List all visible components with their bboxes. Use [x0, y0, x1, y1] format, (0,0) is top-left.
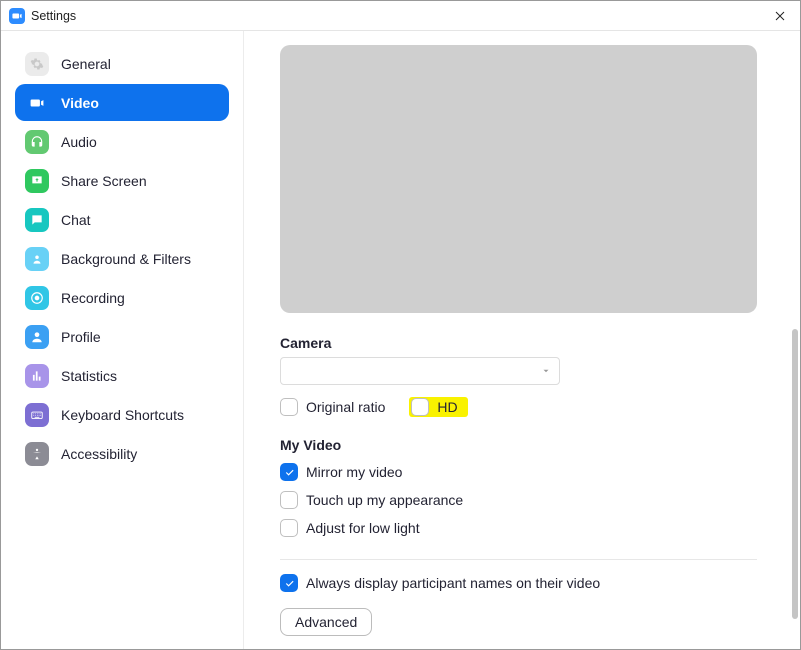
sidebar-item-label: Statistics: [61, 368, 117, 384]
sidebar-item-label: Video: [61, 95, 99, 111]
original-ratio-checkbox[interactable]: [280, 398, 298, 416]
sidebar-item-statistics[interactable]: Statistics: [15, 357, 229, 394]
window-title: Settings: [31, 9, 76, 23]
always-names-label: Always display participant names on thei…: [306, 575, 600, 591]
sidebar-item-recording[interactable]: Recording: [15, 279, 229, 316]
settings-window: Settings General Video: [0, 0, 801, 650]
ratio-hd-row: Original ratio HD: [280, 397, 764, 417]
video-preview: [280, 45, 757, 313]
mirror-option[interactable]: Mirror my video: [280, 463, 764, 481]
sidebar-item-chat[interactable]: Chat: [15, 201, 229, 238]
background-icon: [25, 247, 49, 271]
profile-icon: [25, 325, 49, 349]
chat-icon: [25, 208, 49, 232]
touchup-label: Touch up my appearance: [306, 492, 463, 508]
sidebar-item-audio[interactable]: Audio: [15, 123, 229, 160]
keyboard-icon: [25, 403, 49, 427]
touchup-checkbox[interactable]: [280, 491, 298, 509]
hd-checkbox[interactable]: [411, 398, 429, 416]
sidebar-item-accessibility[interactable]: Accessibility: [15, 435, 229, 472]
camera-section-label: Camera: [280, 335, 764, 351]
sidebar-item-video[interactable]: Video: [15, 84, 229, 121]
sidebar-item-general[interactable]: General: [15, 45, 229, 82]
sidebar-item-label: Chat: [61, 212, 91, 228]
advanced-button[interactable]: Advanced: [280, 608, 372, 636]
divider: [280, 559, 757, 560]
camera-icon: [25, 91, 49, 115]
sidebar: General Video Audio Share Screen: [1, 31, 244, 649]
sidebar-item-label: Share Screen: [61, 173, 147, 189]
lowlight-checkbox[interactable]: [280, 519, 298, 537]
my-video-section-label: My Video: [280, 437, 764, 453]
app-icon: [9, 8, 25, 24]
original-ratio-option[interactable]: Original ratio: [280, 398, 385, 416]
hd-option[interactable]: HD: [411, 398, 457, 416]
stats-icon: [25, 364, 49, 388]
sidebar-item-profile[interactable]: Profile: [15, 318, 229, 355]
scrollbar-thumb[interactable]: [792, 329, 798, 619]
camera-select[interactable]: [280, 357, 560, 385]
sidebar-item-share-screen[interactable]: Share Screen: [15, 162, 229, 199]
close-button[interactable]: [768, 4, 792, 28]
mirror-label: Mirror my video: [306, 464, 402, 480]
sidebar-item-background-filters[interactable]: Background & Filters: [15, 240, 229, 277]
chevron-down-icon: [541, 366, 551, 376]
sidebar-item-label: Accessibility: [61, 446, 137, 462]
sidebar-item-label: Keyboard Shortcuts: [61, 407, 184, 423]
lowlight-label: Adjust for low light: [306, 520, 420, 536]
titlebar: Settings: [1, 1, 800, 31]
lowlight-option[interactable]: Adjust for low light: [280, 519, 764, 537]
always-names-option[interactable]: Always display participant names on thei…: [280, 574, 764, 592]
hd-label: HD: [437, 399, 457, 415]
sidebar-item-label: Profile: [61, 329, 101, 345]
mirror-checkbox[interactable]: [280, 463, 298, 481]
main-panel: Camera Original ratio HD My Video: [244, 31, 800, 649]
hd-highlight: HD: [409, 397, 467, 417]
original-ratio-label: Original ratio: [306, 399, 385, 415]
sidebar-item-label: General: [61, 56, 111, 72]
always-names-checkbox[interactable]: [280, 574, 298, 592]
headphones-icon: [25, 130, 49, 154]
sidebar-item-label: Audio: [61, 134, 97, 150]
sidebar-item-label: Recording: [61, 290, 125, 306]
gear-icon: [25, 52, 49, 76]
accessibility-icon: [25, 442, 49, 466]
sidebar-item-keyboard-shortcuts[interactable]: Keyboard Shortcuts: [15, 396, 229, 433]
sidebar-item-label: Background & Filters: [61, 251, 191, 267]
touchup-option[interactable]: Touch up my appearance: [280, 491, 764, 509]
record-icon: [25, 286, 49, 310]
body: General Video Audio Share Screen: [1, 31, 800, 649]
share-screen-icon: [25, 169, 49, 193]
